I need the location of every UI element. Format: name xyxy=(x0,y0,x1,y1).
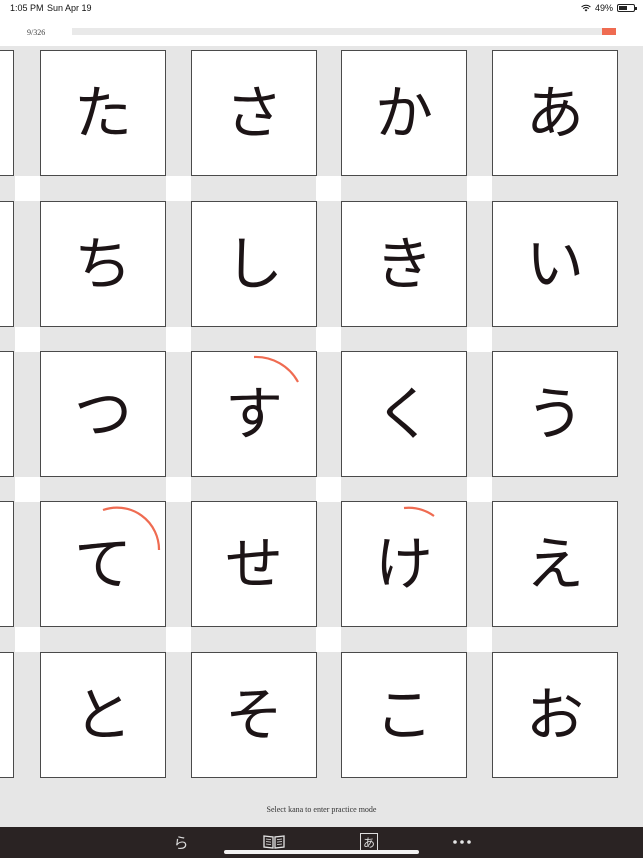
kana-glyph: し xyxy=(224,230,283,298)
status-bar: 1:05 PM Sun Apr 19 49% xyxy=(0,0,643,16)
kana-card-partial[interactable] xyxy=(0,501,14,627)
kana-card-partial[interactable] xyxy=(0,351,14,477)
grid-gap xyxy=(467,477,492,502)
kana-card-ke[interactable]: け xyxy=(341,501,467,627)
kana-card-se[interactable]: せ xyxy=(191,501,317,627)
grid-gap xyxy=(316,176,341,201)
kana-glyph: あ xyxy=(525,79,584,147)
grid-gap xyxy=(15,477,40,502)
grid-gap xyxy=(166,477,191,502)
kana-card-ka[interactable]: か xyxy=(341,50,467,176)
status-right: 49% xyxy=(581,3,637,13)
kana-card-i[interactable]: い xyxy=(492,201,618,327)
kana-glyph: こ xyxy=(374,681,433,749)
kana-card-chi[interactable]: ち xyxy=(40,201,166,327)
kana-card-u[interactable]: う xyxy=(492,351,618,477)
kana-glyph: す xyxy=(224,380,283,448)
kana-glyph: お xyxy=(525,681,584,749)
kana-glyph: せ xyxy=(224,530,283,598)
grid-gap xyxy=(15,327,40,352)
kana-glyph: く xyxy=(374,380,433,448)
kana-card-partial[interactable] xyxy=(0,652,14,778)
a-glyph-icon: あ xyxy=(360,833,378,851)
status-date: Sun Apr 19 xyxy=(47,3,92,13)
wifi-icon xyxy=(581,4,591,12)
battery-percent: 49% xyxy=(594,3,613,13)
grid-gap xyxy=(467,627,492,652)
kana-card-ki[interactable]: き xyxy=(341,201,467,327)
kana-card-ta[interactable]: た xyxy=(40,50,166,176)
grid-gap xyxy=(316,627,341,652)
grid-gap xyxy=(166,627,191,652)
book-icon xyxy=(263,835,285,849)
kana-card-partial[interactable] xyxy=(0,50,14,176)
kana-grid: た ち つ て と さ し す せ そ か き く け こ あ い う え お xyxy=(0,46,643,786)
kana-card-te[interactable]: て xyxy=(40,501,166,627)
grid-gap xyxy=(316,327,341,352)
kana-glyph: い xyxy=(525,230,584,298)
ra-glyph-icon: ら xyxy=(173,833,189,852)
battery-icon xyxy=(617,4,637,12)
more-icon xyxy=(453,840,471,844)
kana-card-sa[interactable]: さ xyxy=(191,50,317,176)
kana-glyph: て xyxy=(73,530,132,598)
kana-card-shi[interactable]: し xyxy=(191,201,317,327)
kana-glyph: え xyxy=(525,530,584,598)
progress-counter: 9/326 xyxy=(27,28,46,37)
kana-glyph: か xyxy=(374,79,433,147)
grid-gap xyxy=(166,327,191,352)
progress-header: 9/326 xyxy=(0,16,643,46)
toolbar-more-button[interactable] xyxy=(450,832,474,852)
kana-card-so[interactable]: そ xyxy=(191,652,317,778)
kana-glyph: そ xyxy=(224,681,283,749)
grid-gap xyxy=(467,176,492,201)
home-indicator xyxy=(224,850,419,854)
toolbar-book-button[interactable] xyxy=(261,832,287,852)
kana-glyph: た xyxy=(73,79,132,147)
toolbar-kana-ra-button[interactable]: ら xyxy=(170,832,192,852)
kana-card-su[interactable]: す xyxy=(191,351,317,477)
kana-card-ku[interactable]: く xyxy=(341,351,467,477)
grid-gap xyxy=(166,176,191,201)
kana-glyph: さ xyxy=(224,79,283,147)
kana-glyph: ち xyxy=(73,230,132,298)
kana-card-ko[interactable]: こ xyxy=(341,652,467,778)
grid-gap xyxy=(316,477,341,502)
progress-marker xyxy=(602,28,616,35)
status-time: 1:05 PM xyxy=(10,3,44,13)
kana-glyph: う xyxy=(525,380,584,448)
kana-glyph: と xyxy=(73,681,132,749)
kana-glyph: け xyxy=(374,530,433,598)
grid-gap xyxy=(15,176,40,201)
practice-hint: Select kana to enter practice mode xyxy=(266,805,377,814)
progress-bar xyxy=(72,28,616,35)
kana-card-a[interactable]: あ xyxy=(492,50,618,176)
kana-card-o[interactable]: お xyxy=(492,652,618,778)
kana-card-partial[interactable] xyxy=(0,201,14,327)
grid-gap xyxy=(15,627,40,652)
kana-card-e[interactable]: え xyxy=(492,501,618,627)
grid-gap xyxy=(467,327,492,352)
kana-card-to[interactable]: と xyxy=(40,652,166,778)
kana-card-tsu[interactable]: つ xyxy=(40,351,166,477)
kana-glyph: き xyxy=(374,230,433,298)
kana-glyph: つ xyxy=(73,380,132,448)
toolbar-kana-a-button[interactable]: あ xyxy=(358,832,380,852)
